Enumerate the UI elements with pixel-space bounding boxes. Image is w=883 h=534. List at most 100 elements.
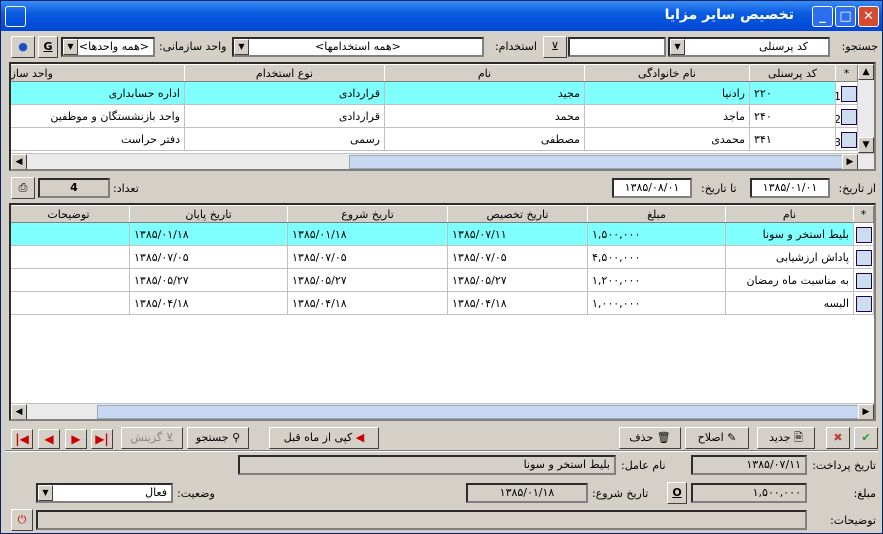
table-row[interactable]: البسه ۱,۰۰۰,۰۰۰ ۱۳۸۵/۰۴/۱۸ ۱۳۸۵/۰۴/۱۸ ۱۳…: [11, 291, 874, 315]
row-icon: [853, 291, 874, 315]
close-button[interactable]: ✕: [858, 6, 879, 27]
cell-start-date: ۱۳۸۵/۰۷/۰۵: [287, 245, 448, 269]
col-unit[interactable]: واحد سازمانی: [11, 64, 185, 82]
cell-amount: ۴,۵۰۰,۰۰۰: [587, 245, 726, 269]
delete-button[interactable]: حذف 🗑: [619, 427, 681, 449]
search-field-combo[interactable]: کد پرسنلی ▼: [668, 37, 830, 57]
chevron-down-icon[interactable]: ▼: [234, 39, 249, 55]
employees-hscroll[interactable]: ◀ ▶: [11, 153, 874, 169]
employee-icon: [841, 85, 857, 102]
g-button[interactable]: G: [38, 36, 58, 58]
scroll-left-icon[interactable]: ◀: [11, 404, 27, 419]
new-button[interactable]: جدید 🗎: [757, 427, 815, 449]
cell-alloc-date: ۱۳۸۵/۰۴/۱۸: [447, 291, 588, 315]
col-notes[interactable]: توضیحات: [11, 205, 130, 223]
scroll-right-icon[interactable]: ▶: [858, 404, 874, 419]
from-date-input[interactable]: ۱۳۸۵/۰۱/۰۱: [750, 178, 830, 198]
benefits-hscroll[interactable]: ◀ ▶: [11, 403, 874, 419]
col-family[interactable]: نام خانوادگی: [584, 64, 750, 82]
benefits-header: * نام مبلغ تاریخ تخصیص تاریخ شروع تاریخ …: [11, 205, 874, 223]
cell-end-date: ۱۳۸۵/۰۴/۱۸: [129, 291, 288, 315]
edit-icon: ✎: [727, 431, 737, 444]
employees-vscroll[interactable]: ▲ ▼: [858, 64, 874, 153]
col-amount[interactable]: مبلغ: [587, 205, 726, 223]
col-benefit-name[interactable]: نام: [725, 205, 854, 223]
scroll-thumb[interactable]: [97, 405, 859, 419]
cell-notes: [11, 268, 130, 292]
cell-alloc-date: ۱۳۸۵/۰۵/۲۷: [447, 268, 588, 292]
minimize-button[interactable]: _: [812, 6, 833, 27]
col-type[interactable]: نوع استخدام: [184, 64, 385, 82]
employees-grid: * کد پرسنلی نام خانوادگی نام نوع استخدام…: [9, 62, 876, 171]
col-name[interactable]: نام: [384, 64, 585, 82]
benefit-icon: [856, 272, 872, 289]
amount-value: ۱,۵۰۰,۰۰۰: [691, 483, 807, 503]
col-start-date[interactable]: تاریخ شروع: [287, 205, 448, 223]
cell-benefit-name: البسه: [725, 291, 854, 315]
prev-record-icon[interactable]: ◀: [38, 429, 60, 449]
filter-icon-button[interactable]: ⊻: [543, 36, 567, 58]
row-icon: [853, 245, 874, 269]
cell-amount: ۱,۵۰۰,۰۰۰: [587, 222, 726, 246]
copy-arrow-icon: ◀: [355, 431, 365, 444]
cell-alloc-date: ۱۳۸۵/۰۷/۱۱: [447, 222, 588, 246]
next-record-icon[interactable]: ▶: [65, 429, 87, 449]
table-row[interactable]: 2 ۲۴۰ ماجد محمد قراردادی واحد بازنشستگان…: [11, 104, 858, 128]
table-row[interactable]: 3 ۳۴۱ محمدی مصطفی رسمی دفتر حراست: [11, 127, 858, 151]
table-row[interactable]: 1 ۲۲۰ رادنیا مجید قراردادی اداره حسابدار…: [11, 81, 858, 105]
system-menu-icon[interactable]: [5, 6, 26, 27]
scroll-left-icon[interactable]: ◀: [11, 154, 27, 169]
col-code[interactable]: کد پرسنلی: [749, 64, 836, 82]
cell-start-date: ۱۳۸۵/۰۵/۲۷: [287, 268, 448, 292]
scroll-thumb[interactable]: [349, 155, 843, 169]
scroll-right-icon[interactable]: ▶: [842, 154, 858, 169]
cell-end-date: ۱۳۸۵/۰۱/۱۸: [129, 222, 288, 246]
benefits-grid: * نام مبلغ تاریخ تخصیص تاریخ شروع تاریخ …: [9, 203, 876, 421]
edit-button[interactable]: اصلاح ✎: [685, 427, 749, 449]
delete-icon: 🗑: [656, 431, 671, 444]
row-number: 3: [835, 127, 858, 151]
col-alloc-date[interactable]: تاریخ تخصیص: [447, 205, 588, 223]
col-end-date[interactable]: تاریخ پایان: [129, 205, 288, 223]
table-row[interactable]: به مناسبت ماه رمضان ۱,۲۰۰,۰۰۰ ۱۳۸۵/۰۵/۲۷…: [11, 268, 874, 292]
search-label-btn: جستجو: [195, 431, 229, 444]
chevron-down-icon[interactable]: ▼: [38, 485, 53, 501]
notes-value: [36, 510, 807, 530]
main-window: تخصیص سایر مزایا ✕ □ _ جستجو: کد پرسنلی …: [0, 0, 883, 534]
cell-start-date: ۱۳۸۵/۰۴/۱۸: [287, 291, 448, 315]
row-icon: [853, 268, 874, 292]
globe-icon[interactable]: ●: [11, 36, 35, 58]
employment-label: استخدام:: [494, 40, 537, 53]
cell-end-date: ۱۳۸۵/۰۵/۲۷: [129, 268, 288, 292]
count-value: 4: [38, 178, 110, 198]
chevron-down-icon[interactable]: ▼: [670, 39, 685, 55]
maximize-button[interactable]: □: [835, 6, 856, 27]
status-combo[interactable]: فعال ▼: [36, 483, 173, 503]
copy-prev-month-button[interactable]: کپی از ماه قبل ◀: [269, 427, 379, 449]
unit-combo[interactable]: <همه واحدها> ▼: [61, 37, 155, 57]
power-icon[interactable]: ⏻: [11, 509, 33, 531]
chevron-down-icon[interactable]: ▼: [63, 39, 78, 55]
print-icon[interactable]: ⎙: [11, 177, 35, 199]
cell-notes: [11, 222, 130, 246]
cell-benefit-name: پاداش ارزشیابی: [725, 245, 854, 269]
employment-combo[interactable]: <همه استخدامها> ▼: [232, 37, 484, 57]
cell-name: محمد: [384, 104, 585, 128]
scroll-up-icon[interactable]: ▲: [858, 64, 874, 80]
scroll-down-icon[interactable]: ▼: [858, 137, 874, 153]
table-row[interactable]: بلیط استخر و سونا ۱,۵۰۰,۰۰۰ ۱۳۸۵/۰۷/۱۱ ۱…: [11, 222, 874, 246]
last-record-icon[interactable]: ▶|: [91, 429, 113, 449]
cell-amount: ۱,۲۰۰,۰۰۰: [587, 268, 726, 292]
employee-icon: [841, 108, 857, 125]
status-value: فعال: [145, 486, 167, 499]
to-date-input[interactable]: ۱۳۸۵/۰۸/۰۱: [612, 178, 692, 198]
factor-value: بلیط استخر و سونا: [238, 455, 616, 475]
benefit-icon: [856, 226, 872, 243]
first-record-icon[interactable]: |◀: [11, 429, 33, 449]
o-button[interactable]: O: [667, 482, 687, 504]
table-row[interactable]: پاداش ارزشیابی ۴,۵۰۰,۰۰۰ ۱۳۸۵/۰۷/۰۵ ۱۳۸۵…: [11, 245, 874, 269]
cell-family: محمدی: [584, 127, 750, 151]
confirm-icon[interactable]: ✔: [854, 427, 878, 449]
search-input[interactable]: [568, 37, 666, 57]
search-button[interactable]: جستجو ⚲: [187, 427, 249, 449]
